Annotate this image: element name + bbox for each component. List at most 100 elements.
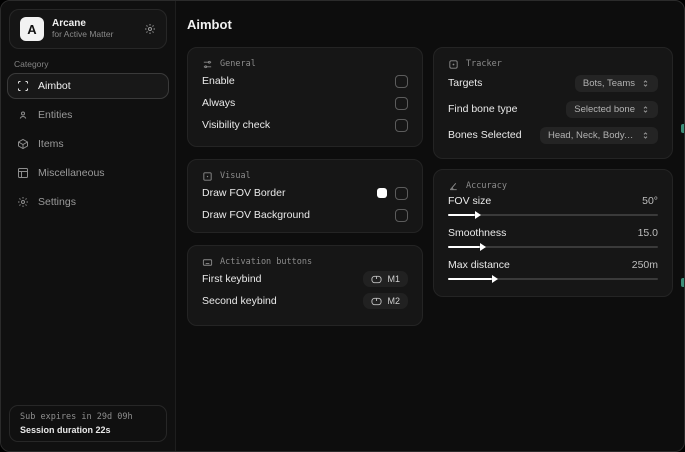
- brand-subtitle: for Active Matter: [52, 28, 114, 39]
- angle-icon: [448, 181, 459, 192]
- slider-fill: [448, 275, 499, 283]
- sidebar-item-aimbot[interactable]: Aimbot: [7, 73, 169, 99]
- session-duration-text: Session duration 22s: [20, 425, 111, 435]
- crosshair-scan-icon: [17, 80, 29, 92]
- setting-label: Draw FOV Border: [202, 187, 286, 199]
- dropdown-value: Selected bone: [574, 103, 635, 115]
- arcane-menu-window: A Arcane for Active Matter Category Aimb…: [0, 0, 685, 452]
- sidebar-item-label: Settings: [38, 196, 76, 208]
- slider-value: 15.0: [637, 227, 658, 239]
- setting-row-visibility-check: Visibility check: [202, 114, 408, 136]
- mouse-icon: [371, 297, 383, 306]
- setting-label: First keybind: [202, 273, 262, 285]
- general-card: General Enable Always Visibility check: [187, 47, 423, 147]
- visibility-check-checkbox[interactable]: [395, 118, 408, 132]
- max-distance-slider[interactable]: [448, 274, 658, 284]
- accuracy-card: Accuracy FOV size 50° Smoothness 15.0 Ma…: [433, 169, 673, 297]
- fov-size-slider[interactable]: [448, 210, 658, 220]
- sidebar-item-items[interactable]: Items: [7, 131, 169, 157]
- sidebar-item-label: Entities: [38, 109, 73, 121]
- first-keybind-button[interactable]: M1: [363, 271, 408, 287]
- sidebar-item-settings[interactable]: Settings: [7, 189, 169, 215]
- slider-thumb[interactable]: [475, 211, 482, 219]
- dropdown-value: Bots, Teams: [582, 77, 635, 89]
- draw-fov-border-checkbox[interactable]: [395, 186, 408, 200]
- subscription-card: Sub expires in 29d 09h Session duration …: [9, 405, 167, 442]
- sub-expires-text: Sub expires in 29d 09h: [20, 412, 133, 422]
- slider-thumb[interactable]: [492, 275, 499, 283]
- slider-value: 250m: [631, 259, 658, 271]
- draw-fov-background-checkbox[interactable]: [395, 208, 408, 222]
- find-bone-type-dropdown[interactable]: Selected bone: [566, 100, 658, 118]
- expand-select-icon: [641, 105, 650, 114]
- panels-icon: [17, 167, 29, 179]
- setting-label: Second keybind: [202, 295, 277, 307]
- sidebar-item-label: Aimbot: [38, 80, 71, 92]
- setting-row-enable: Enable: [202, 70, 408, 92]
- tracker-header: Tracker: [448, 58, 658, 70]
- general-title: General: [220, 59, 256, 69]
- sidebar-item-miscellaneous[interactable]: Miscellaneous: [7, 160, 169, 186]
- setting-label: Max distance: [448, 259, 510, 271]
- smoothness-slider[interactable]: [448, 242, 658, 252]
- setting-label: Bones Selected: [448, 129, 522, 141]
- setting-row-smoothness: Smoothness 15.0: [448, 224, 658, 256]
- second-keybind-button[interactable]: M2: [363, 293, 408, 309]
- setting-label: Targets: [448, 77, 483, 89]
- slider-fill: [448, 243, 486, 251]
- setting-row-fov-size: FOV size 50°: [448, 192, 658, 224]
- activation-card: Activation buttons First keybind M1 Seco…: [187, 245, 423, 326]
- sidebar-nav: Aimbot Entities Items Miscellaneous Sett…: [7, 73, 169, 215]
- brand-logo: A: [20, 17, 44, 41]
- setting-row-draw-fov-border: Draw FOV Border: [202, 182, 408, 204]
- dropdown-value: Head, Neck, Body, Pe..: [548, 129, 635, 141]
- targets-dropdown[interactable]: Bots, Teams: [574, 74, 658, 92]
- tracker-card: Tracker Targets Bots, Teams Find bone ty…: [433, 47, 673, 159]
- slider-value: 50°: [642, 195, 658, 207]
- setting-label: Enable: [202, 75, 235, 87]
- sidebar: A Arcane for Active Matter Category Aimb…: [1, 1, 176, 451]
- setting-label: Find bone type: [448, 103, 518, 115]
- expand-select-icon: [641, 131, 650, 140]
- brand-text: Arcane for Active Matter: [52, 18, 113, 39]
- setting-row-always: Always: [202, 92, 408, 114]
- activation-header: Activation buttons: [202, 256, 408, 268]
- accuracy-header: Accuracy: [448, 180, 658, 192]
- setting-label: Draw FOV Background: [202, 209, 310, 221]
- setting-row-draw-fov-background: Draw FOV Background: [202, 204, 408, 226]
- activation-title: Activation buttons: [220, 257, 313, 267]
- tracker-title: Tracker: [466, 59, 502, 69]
- fov-border-color-swatch[interactable]: [377, 188, 387, 198]
- accuracy-title: Accuracy: [466, 181, 507, 191]
- always-checkbox[interactable]: [395, 96, 408, 110]
- category-label: Category: [14, 59, 49, 69]
- gear-icon: [17, 196, 29, 208]
- enable-checkbox[interactable]: [395, 74, 408, 88]
- keybind-value: M2: [387, 296, 400, 306]
- bones-selected-dropdown[interactable]: Head, Neck, Body, Pe..: [540, 126, 658, 144]
- slider-thumb[interactable]: [479, 243, 486, 251]
- keyboard-icon: [202, 257, 213, 268]
- sidebar-item-entities[interactable]: Entities: [7, 102, 169, 128]
- slider-fill: [448, 211, 482, 219]
- visual-header: Visual: [202, 170, 408, 182]
- page-title: Aimbot: [187, 17, 232, 32]
- brand-card: A Arcane for Active Matter: [9, 9, 167, 49]
- general-header: General: [202, 58, 408, 70]
- cube-icon: [17, 138, 29, 150]
- setting-row-find-bone-type: Find bone type Selected bone: [448, 96, 658, 122]
- target-icon: [448, 59, 459, 70]
- visual-card: Visual Draw FOV Border Draw FOV Backgrou…: [187, 159, 423, 233]
- setting-label: FOV size: [448, 195, 492, 207]
- sliders-icon: [202, 59, 213, 70]
- keybind-value: M1: [387, 274, 400, 284]
- setting-label: Always: [202, 97, 236, 109]
- visual-title: Visual: [220, 171, 251, 181]
- setting-row-max-distance: Max distance 250m: [448, 256, 658, 288]
- sidebar-item-label: Items: [38, 138, 64, 150]
- setting-row-targets: Targets Bots, Teams: [448, 70, 658, 96]
- edge-marker: [681, 278, 684, 287]
- setting-label: Smoothness: [448, 227, 507, 239]
- gear-icon[interactable]: [144, 23, 156, 35]
- setting-row-first-keybind: First keybind M1: [202, 268, 408, 290]
